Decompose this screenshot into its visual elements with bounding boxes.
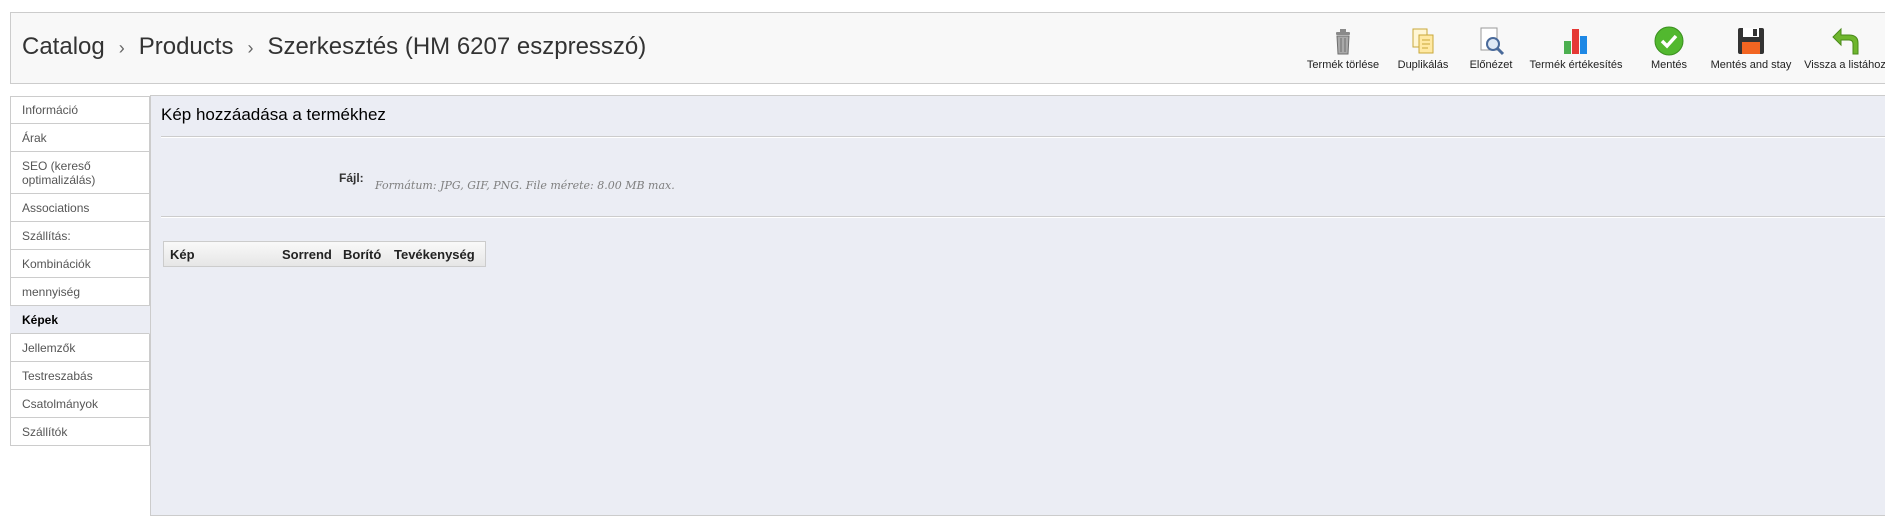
tab-information[interactable]: Információ	[10, 96, 150, 124]
preview-label: Előnézet	[1469, 59, 1513, 71]
product-tabs: Információ Árak SEO (kereső optimalizálá…	[10, 96, 150, 446]
back-arrow-icon	[1832, 27, 1859, 55]
tab-quantity[interactable]: mennyiség	[10, 278, 150, 306]
tab-associations[interactable]: Associations	[10, 194, 150, 222]
back-to-list-button[interactable]: Vissza a listához	[1795, 25, 1885, 71]
table-header-position: Sorrend	[276, 242, 337, 266]
delete-product-button[interactable]: Termék törlése	[1301, 25, 1385, 71]
breadcrumb-catalog[interactable]: Catalog	[22, 33, 105, 61]
breadcrumb: Catalog › Products › Szerkesztés (HM 620…	[22, 33, 646, 61]
tab-customization[interactable]: Testreszabás	[10, 362, 150, 390]
page: Catalog › Products › Szerkesztés (HM 620…	[0, 0, 1885, 525]
chevron-right-icon: ›	[247, 37, 254, 58]
table-header-cover: Borító	[337, 242, 388, 266]
divider	[161, 216, 1885, 218]
preview-button[interactable]: Előnézet	[1461, 25, 1521, 71]
page-title: Szerkesztés (HM 6207 eszpresszó)	[267, 33, 647, 60]
floppy-disk-icon	[1738, 28, 1764, 54]
chevron-right-icon: ›	[118, 37, 125, 58]
tab-images[interactable]: Képek	[10, 306, 150, 334]
tab-seo[interactable]: SEO (kereső optimalizálás)	[10, 152, 150, 194]
tab-suppliers[interactable]: Szállítók	[10, 418, 150, 446]
images-table: Kép Sorrend Borító Tevékenység	[163, 241, 486, 267]
duplicate-label: Duplikálás	[1397, 59, 1449, 71]
file-format-hint: Formátum: JPG, GIF, PNG. File mérete: 8.…	[375, 179, 675, 192]
tab-shipping[interactable]: Szállítás:	[10, 222, 150, 250]
save-button[interactable]: Mentés	[1631, 25, 1707, 71]
divider	[161, 136, 1885, 138]
file-label: Fájl:	[339, 171, 364, 185]
product-sales-button[interactable]: Termék értékesítés	[1521, 25, 1631, 71]
table-header-image: Kép	[164, 242, 276, 266]
images-panel: Kép hozzáadása a termékhez Fájl: Formátu…	[150, 95, 1885, 516]
page-header: Catalog › Products › Szerkesztés (HM 620…	[10, 12, 1885, 84]
toolbar: Termék törlése Duplikálás Előnézet Termé…	[1301, 25, 1885, 71]
tab-features[interactable]: Jellemzők	[10, 334, 150, 362]
tab-attachments[interactable]: Csatolmányok	[10, 390, 150, 418]
panel-title: Kép hozzáadása a termékhez	[161, 105, 386, 124]
trash-icon	[1336, 29, 1350, 55]
product-sales-label: Termék értékesítés	[1529, 59, 1623, 71]
save-and-stay-label: Mentés and stay	[1710, 59, 1792, 71]
table-header-action: Tevékenység	[388, 242, 485, 266]
save-label: Mentés	[1650, 59, 1688, 71]
save-and-stay-button[interactable]: Mentés and stay	[1707, 25, 1795, 71]
breadcrumb-products[interactable]: Products	[139, 33, 234, 61]
tab-prices[interactable]: Árak	[10, 124, 150, 152]
preview-icon	[1480, 27, 1505, 56]
back-to-list-label: Vissza a listához	[1804, 59, 1885, 71]
delete-product-label: Termék törlése	[1306, 59, 1380, 71]
duplicate-icon	[1412, 28, 1434, 54]
tab-combinations[interactable]: Kombinációk	[10, 250, 150, 278]
duplicate-button[interactable]: Duplikálás	[1385, 25, 1461, 71]
bar-chart-icon	[1564, 29, 1587, 54]
check-circle-icon	[1654, 26, 1684, 56]
